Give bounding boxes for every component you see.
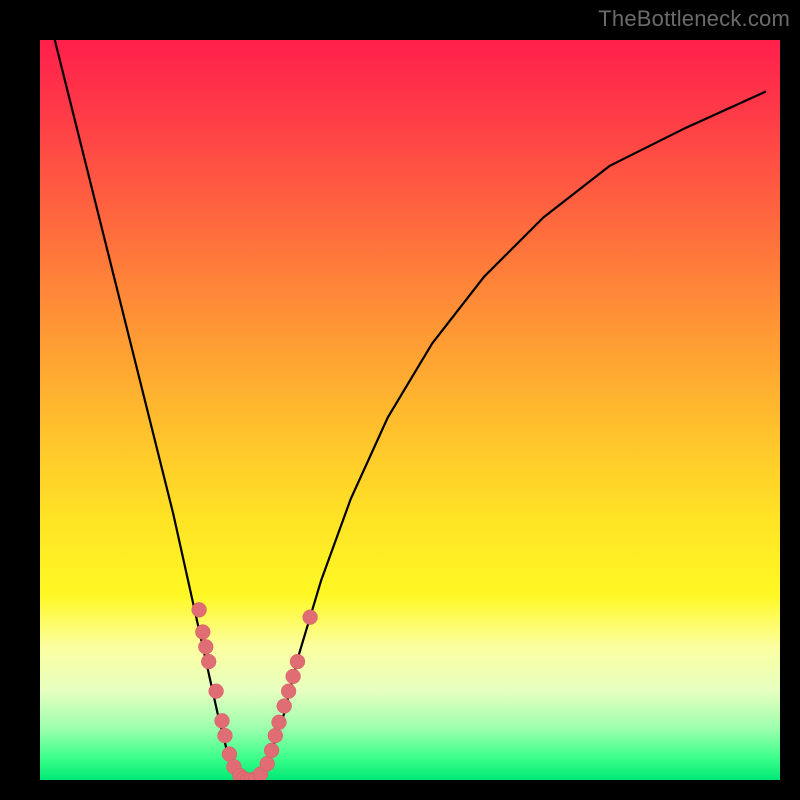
- data-marker: [260, 756, 275, 771]
- data-marker: [286, 669, 301, 684]
- curve-right-curve: [255, 92, 766, 780]
- data-marker: [201, 654, 216, 669]
- data-marker: [195, 625, 210, 640]
- data-marker: [264, 743, 279, 758]
- data-marker: [218, 728, 233, 743]
- curve-paths: [55, 40, 765, 780]
- data-marker: [198, 639, 213, 654]
- curve-layer: [40, 40, 780, 780]
- chart-frame: TheBottleneck.com: [0, 0, 800, 800]
- plot-area: [40, 40, 780, 780]
- data-marker: [268, 728, 283, 743]
- data-marker: [281, 684, 296, 699]
- data-marker: [290, 654, 305, 669]
- data-marker: [215, 713, 230, 728]
- data-marker: [277, 699, 292, 714]
- curve-left-curve: [55, 40, 247, 780]
- data-marker: [192, 602, 207, 617]
- data-marker: [209, 684, 224, 699]
- data-marker: [303, 610, 318, 625]
- data-marker: [272, 715, 287, 730]
- marker-points: [192, 602, 318, 780]
- watermark-text: TheBottleneck.com: [598, 6, 790, 32]
